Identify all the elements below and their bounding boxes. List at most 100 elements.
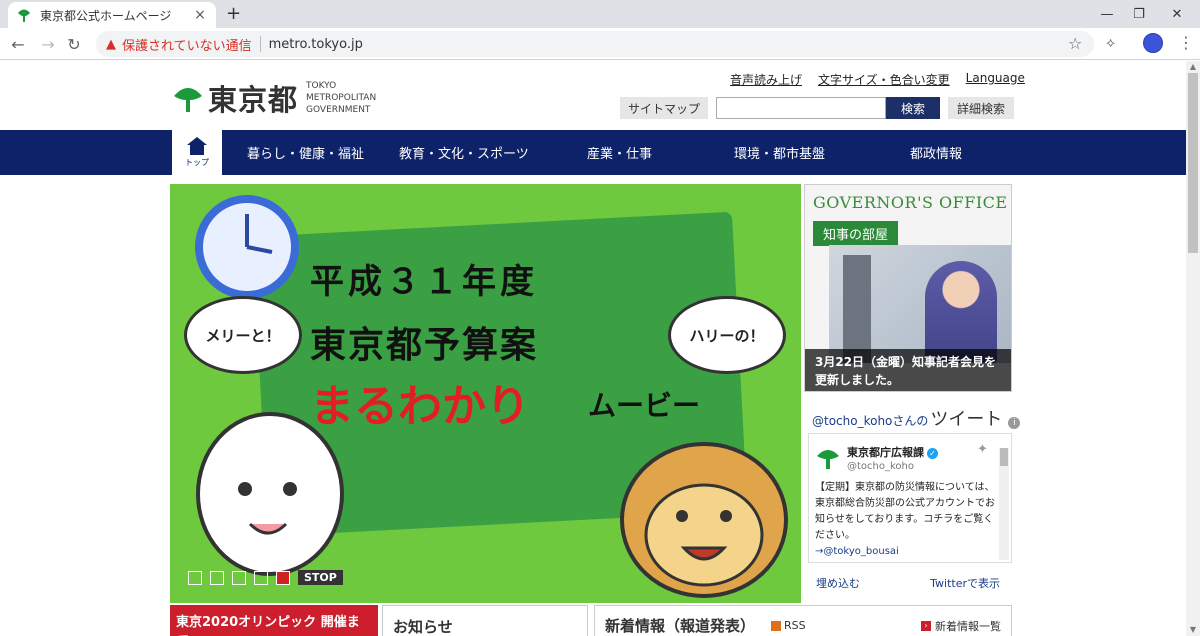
news-list-label: 新着情報一覧 <box>935 619 1001 633</box>
speech-bubble-right: ハリーの！ <box>668 296 786 374</box>
slide-dot-3[interactable] <box>232 570 246 585</box>
profile-avatar[interactable] <box>1143 33 1163 53</box>
tweet-link[interactable]: →@tokyo_bousai <box>815 546 899 557</box>
hero-line-movie: ムービー <box>588 389 701 422</box>
nav-item-education[interactable]: 教育・文化・スポーツ <box>399 130 529 175</box>
nav-item-government[interactable]: 都政情報 <box>910 130 962 175</box>
logo-english-line2: GOVERNMENT <box>306 105 371 115</box>
arrow-right-icon: › <box>921 620 931 631</box>
web-page: 東京都 TOKYO METROPOLITAN GOVERNMENT 音声読み上げ… <box>0 61 1186 636</box>
news-list-link[interactable]: › 新着情報一覧 <box>921 618 1001 634</box>
notice-heading: お知らせ <box>382 605 588 636</box>
scroll-down-icon[interactable]: ▼ <box>1186 624 1200 636</box>
page-scrollbar-thumb[interactable] <box>1188 73 1198 253</box>
hero-banner[interactable]: 平成３１年度 東京都予算案 まるわかり ムービー メリーと！ ハリーの！ STO… <box>170 184 801 603</box>
nav-item-environment[interactable]: 環境・都市基盤 <box>734 130 825 175</box>
olympic-countdown[interactable]: 東京2020オリンピック 開催まで <box>170 605 378 636</box>
search-button[interactable]: 検索 <box>886 97 940 119</box>
rss-label: RSS <box>784 619 806 632</box>
global-nav: トップ 暮らし・健康・福祉 教育・文化・スポーツ 産業・仕事 環境・都市基盤 都… <box>0 130 1186 175</box>
browser-menu-icon[interactable]: ⋮ <box>1178 33 1194 52</box>
twitter-footer-links: 埋め込む Twitterで表示 <box>816 575 1000 591</box>
tab-title: 東京都公式ホームページ <box>40 8 172 23</box>
forward-icon[interactable]: → <box>36 32 60 56</box>
nav-home[interactable]: トップ <box>172 130 222 175</box>
twitter-timeline[interactable]: 東京都庁広報課 ✓ @tocho_koho ✦ 【定期】東京都の防災情報については… <box>808 433 1012 563</box>
logo-english: TOKYO METROPOLITAN GOVERNMENT <box>306 80 406 116</box>
page-scrollbar[interactable]: ▲ ▼ <box>1186 61 1200 636</box>
news-heading: 新着情報（報道発表） <box>605 617 756 635</box>
window-close-icon[interactable]: ✕ <box>1154 0 1200 28</box>
governor-office-banner[interactable]: GOVERNOR'S OFFICE 知事の部屋 3月22日（金曜）知事記者会見を… <box>804 184 1012 392</box>
twitter-title-prefix[interactable]: @tocho_kohoさんの <box>812 412 928 429</box>
news-section-header: 新着情報（報道発表） RSS › 新着情報一覧 <box>594 605 1012 636</box>
link-text-size-color[interactable]: 文字サイズ・色合い変更 <box>818 71 950 88</box>
governor-office-tag: 知事の部屋 <box>813 221 899 246</box>
slide-dot-4[interactable] <box>254 570 268 585</box>
scroll-up-icon[interactable]: ▲ <box>1186 61 1200 73</box>
tweet-avatar-icon[interactable] <box>815 444 841 470</box>
governor-caption-line1: 3月22日（金曜）知事記者会見を <box>815 355 997 369</box>
twitter-title-main: ツイート <box>930 409 1003 430</box>
omnibox-separator <box>259 36 261 52</box>
hero-line-year: 平成３１年度 <box>310 262 538 302</box>
bookmark-star-icon[interactable]: ☆ <box>1068 34 1082 53</box>
slider-stop-button[interactable]: STOP <box>298 570 343 585</box>
governor-photo <box>829 245 1011 363</box>
link-language[interactable]: Language <box>966 71 1025 88</box>
tweet-handle[interactable]: @tocho_koho <box>847 461 914 472</box>
info-icon[interactable]: i <box>1008 417 1021 429</box>
advanced-search-button[interactable]: 詳細検索 <box>948 97 1014 119</box>
tab-close-icon[interactable]: × <box>192 7 208 23</box>
sitemap-button[interactable]: サイトマップ <box>620 97 708 119</box>
url-text[interactable]: metro.tokyo.jp <box>269 37 363 52</box>
governor-caption-line2: 更新しました。 <box>815 373 900 387</box>
speech-bubble-left: メリーと！ <box>184 296 302 374</box>
tweet-account-label: 東京都庁広報課 <box>847 446 924 459</box>
tweet-body: 【定期】東京都の防災情報については、東京都総合防災部の公式アカウントでお知らせを… <box>815 480 997 560</box>
tweet-account-name[interactable]: 東京都庁広報課 ✓ <box>847 444 938 460</box>
address-bar[interactable]: ▲ 保護されていない通信 metro.tokyo.jp <box>96 31 1094 57</box>
rss-link[interactable]: RSS <box>771 619 806 632</box>
back-icon[interactable]: ← <box>6 32 30 56</box>
tweet-scrollbar-thumb[interactable] <box>1000 448 1008 466</box>
browser-tab[interactable]: 東京都公式ホームページ × <box>8 2 216 28</box>
building-image <box>843 255 871 363</box>
hero-line-budget: 東京都予算案 <box>310 325 539 366</box>
slider-controls: STOP <box>188 570 343 585</box>
new-tab-icon[interactable]: + <box>226 3 241 24</box>
governor-portrait <box>925 261 997 363</box>
twitter-widget-title: @tocho_kohoさんの ツイート i <box>812 405 1021 431</box>
twitter-view-link[interactable]: Twitterで表示 <box>930 575 1000 591</box>
sheep-character-illustration <box>196 412 344 576</box>
twitter-bird-icon[interactable]: ✦ <box>977 442 988 457</box>
nav-item-living[interactable]: 暮らし・健康・福祉 <box>247 130 364 175</box>
hedgehog-character-illustration <box>620 442 788 598</box>
reload-icon[interactable]: ↻ <box>62 32 86 56</box>
twitter-embed-link[interactable]: 埋め込む <box>816 575 860 591</box>
browser-titlebar: 東京都公式ホームページ × + — ❐ ✕ <box>0 0 1200 28</box>
extension-icon[interactable]: ⟡ <box>1106 35 1115 51</box>
site-logo[interactable]: 東京都 TOKYO METROPOLITAN GOVERNMENT <box>172 77 406 119</box>
slide-dot-5[interactable] <box>276 570 290 585</box>
logo-english-line1: TOKYO METROPOLITAN <box>306 81 377 103</box>
search-input[interactable] <box>716 97 886 119</box>
tokyo-logo-icon <box>18 9 30 22</box>
insecure-label[interactable]: 保護されていない通信 <box>122 35 252 54</box>
bottom-sections: 東京2020オリンピック 開催まで お知らせ 新着情報（報道発表） RSS ›新… <box>170 605 1012 636</box>
home-icon <box>187 137 207 155</box>
nav-item-industry[interactable]: 産業・仕事 <box>587 130 652 175</box>
slide-dot-2[interactable] <box>210 570 224 585</box>
logo-text: 東京都 <box>208 83 299 117</box>
browser-toolbar: ← → ↻ ▲ 保護されていない通信 metro.tokyo.jp ☆ ⟡ ⋮ <box>0 28 1200 60</box>
governor-office-title: GOVERNOR'S OFFICE <box>813 193 1008 212</box>
tweet-scrollbar[interactable] <box>999 448 1009 560</box>
tokyo-emblem-icon <box>174 88 202 112</box>
tweet-text: 【定期】東京都の防災情報については、東京都総合防災部の公式アカウントでお知らせを… <box>815 482 995 541</box>
utility-links: 音声読み上げ 文字サイズ・色合い変更 Language <box>730 71 1025 88</box>
nav-home-label: トップ <box>185 158 209 167</box>
governor-caption[interactable]: 3月22日（金曜）知事記者会見を 更新しました。 <box>805 349 1011 391</box>
link-voice-reading[interactable]: 音声読み上げ <box>730 71 802 88</box>
slide-dot-1[interactable] <box>188 570 202 585</box>
warning-icon: ▲ <box>106 36 116 52</box>
